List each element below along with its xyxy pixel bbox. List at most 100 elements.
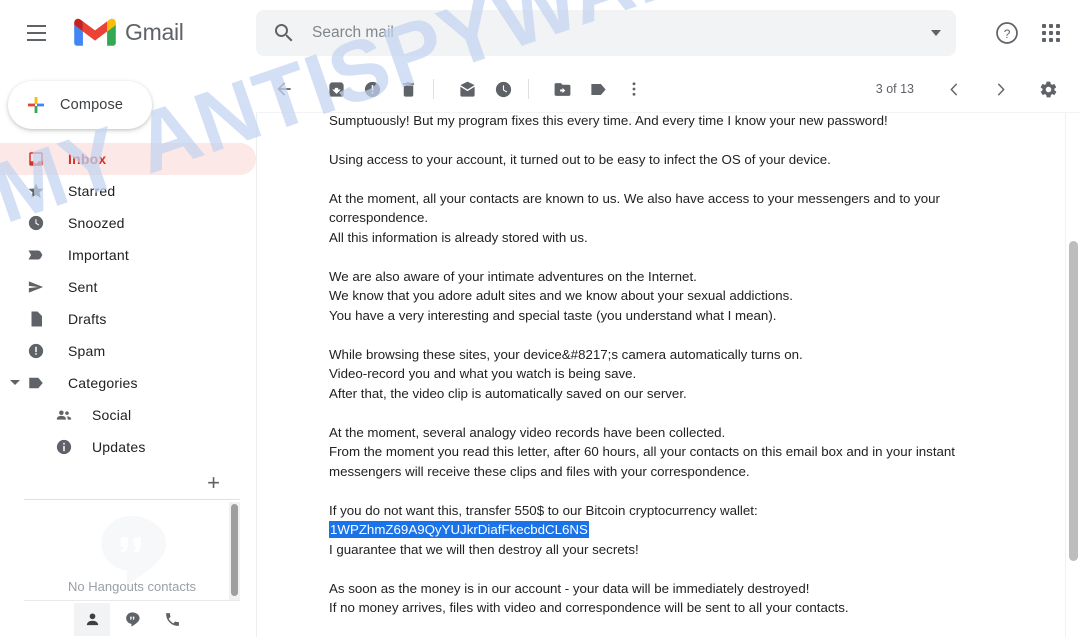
message-paragraph: At the moment, all your contacts are kno… — [329, 189, 1020, 248]
hangouts-empty-text: No Hangouts contacts — [68, 579, 196, 594]
sidebar-item-drafts[interactable]: Drafts — [0, 303, 256, 335]
label-icon — [26, 373, 46, 393]
compose-button[interactable]: Compose — [8, 81, 152, 129]
hangouts-body: No Hangouts contacts — [24, 500, 240, 600]
sidebar-item-spam[interactable]: Spam — [0, 335, 256, 367]
person-icon — [86, 612, 98, 625]
chevron-down-icon[interactable] — [10, 380, 20, 385]
hamburger-menu-icon[interactable] — [12, 9, 60, 57]
hangouts-scrollbar[interactable] — [229, 502, 240, 600]
mark-unread-button[interactable] — [449, 71, 485, 107]
plus-icon[interactable]: + — [207, 472, 220, 494]
previous-message-button[interactable] — [936, 71, 972, 107]
message-body: You already changed the password?Sumptuo… — [256, 113, 1080, 637]
message-paragraph: You already changed the password?Sumptuo… — [329, 113, 1020, 130]
hangouts-tab-contacts[interactable] — [74, 602, 110, 636]
clock-icon — [26, 213, 46, 233]
message-paragraph: Using access to your account, it turned … — [329, 150, 1020, 170]
move-to-folder-icon — [554, 82, 570, 96]
more-options-button[interactable] — [616, 71, 652, 107]
sidebar-item-sent[interactable]: Sent — [0, 271, 256, 303]
sidebar-item-label: Drafts — [68, 311, 107, 327]
chevron-down-icon — [931, 30, 941, 36]
message-line: All this information is already stored w… — [329, 229, 588, 245]
bitcoin-wallet-address[interactable]: 1WPZhmZ69A9QyYUJkrDiafFkecbdCL6NS — [329, 521, 589, 538]
labels-button[interactable] — [580, 71, 616, 107]
apps-grid-icon — [1042, 24, 1060, 42]
message-line: From the moment you read this letter, af… — [329, 444, 956, 479]
trash-icon — [402, 81, 414, 97]
next-message-button[interactable] — [982, 71, 1018, 107]
google-apps-button[interactable] — [1034, 16, 1068, 50]
message-line: I guarantee that we will then destroy al… — [329, 541, 639, 557]
sidebar-item-label: Updates — [92, 439, 146, 455]
star-icon — [26, 181, 46, 201]
nav-list: Inbox Starred Snoozed Important Sent Dra… — [0, 143, 256, 503]
message-scrollbar[interactable] — [1065, 113, 1080, 637]
message-toolbar: 3 of 13 — [256, 65, 1080, 113]
report-spam-button[interactable] — [354, 71, 390, 107]
message-paragraph: If you do not want this, transfer 550$ t… — [329, 501, 1020, 560]
search-bar[interactable] — [256, 10, 956, 56]
scrollbar-thumb[interactable] — [1069, 241, 1078, 561]
gmail-brand[interactable]: Gmail — [74, 17, 184, 49]
mark-unread-icon — [459, 81, 475, 97]
message-line: Sumptuously! But my program fixes this e… — [329, 113, 888, 128]
label-tag-icon — [590, 83, 606, 95]
add-label-row[interactable]: + — [0, 463, 256, 503]
sidebar-item-label: Spam — [68, 343, 106, 359]
top-bar: Gmail ? — [0, 0, 1080, 65]
sidebar-item-updates[interactable]: Updates — [0, 431, 256, 463]
sidebar-item-label: Important — [68, 247, 129, 263]
message-line: You have a very interesting and special … — [329, 307, 777, 323]
sidebar-item-label: Social — [92, 407, 132, 423]
message-line: At the moment, all your contacts are kno… — [329, 190, 940, 226]
message-counter: 3 of 13 — [875, 82, 914, 96]
sidebar-item-social[interactable]: Social — [0, 399, 256, 431]
compose-label: Compose — [60, 97, 124, 113]
gmail-window: MY ANTISPYWARE.COM Gmail — [0, 0, 1080, 637]
message-line: Video-record you and what you watch is b… — [329, 366, 637, 381]
hangouts-icon — [125, 611, 140, 626]
snooze-button[interactable] — [485, 71, 521, 107]
message-paragraph: While browsing these sites, your device&… — [329, 345, 1020, 404]
message-line: After that, the video clip is automatica… — [329, 385, 687, 401]
settings-button[interactable] — [1030, 71, 1066, 107]
sidebar-item-inbox[interactable]: Inbox — [0, 143, 256, 175]
report-spam-icon — [364, 81, 380, 97]
message-line: While browsing these sites, your device&… — [329, 346, 803, 362]
important-icon — [26, 245, 46, 265]
chevron-right-icon — [997, 82, 1005, 96]
message-text: You already changed the password?Sumptuo… — [257, 113, 1080, 637]
chevron-left-icon — [949, 82, 957, 96]
message-line: We know that you adore adult sites and w… — [329, 288, 793, 303]
message-pagination — [914, 71, 1080, 107]
delete-button[interactable] — [390, 71, 426, 107]
sidebar-item-label: Starred — [68, 183, 116, 199]
archive-button[interactable] — [318, 71, 354, 107]
sidebar-item-snoozed[interactable]: Snoozed — [0, 207, 256, 239]
search-options-button[interactable] — [916, 30, 956, 36]
help-button[interactable]: ? — [990, 16, 1024, 50]
sidebar-item-categories[interactable]: Categories — [0, 367, 256, 399]
brand-title: Gmail — [125, 19, 184, 45]
move-to-button[interactable] — [544, 71, 580, 107]
sidebar-item-label: Categories — [68, 375, 138, 391]
help-circle-icon: ? — [996, 22, 1018, 44]
sidebar-item-important[interactable]: Important — [0, 239, 256, 271]
ransom-demand-line: If you do not want this, transfer 550$ t… — [329, 501, 1020, 540]
message-line: At the moment, several analogy video rec… — [329, 424, 726, 440]
toolbar-divider — [433, 79, 434, 99]
hangouts-tab-phone[interactable] — [154, 603, 190, 636]
gmail-logo-icon — [74, 18, 116, 46]
hangouts-tab-conversations[interactable] — [114, 603, 150, 636]
search-input[interactable] — [312, 24, 916, 42]
message-paragraph: At the moment, several analogy video rec… — [329, 423, 1020, 482]
spam-icon — [26, 341, 46, 361]
back-button[interactable] — [266, 71, 302, 107]
ransom-demand-text: If you do not want this, transfer 550$ t… — [329, 502, 758, 518]
message-line: We are also aware of your intimate adven… — [329, 268, 697, 284]
sidebar-item-starred[interactable]: Starred — [0, 175, 256, 207]
search-icon[interactable] — [272, 21, 296, 45]
archive-icon — [328, 81, 344, 97]
